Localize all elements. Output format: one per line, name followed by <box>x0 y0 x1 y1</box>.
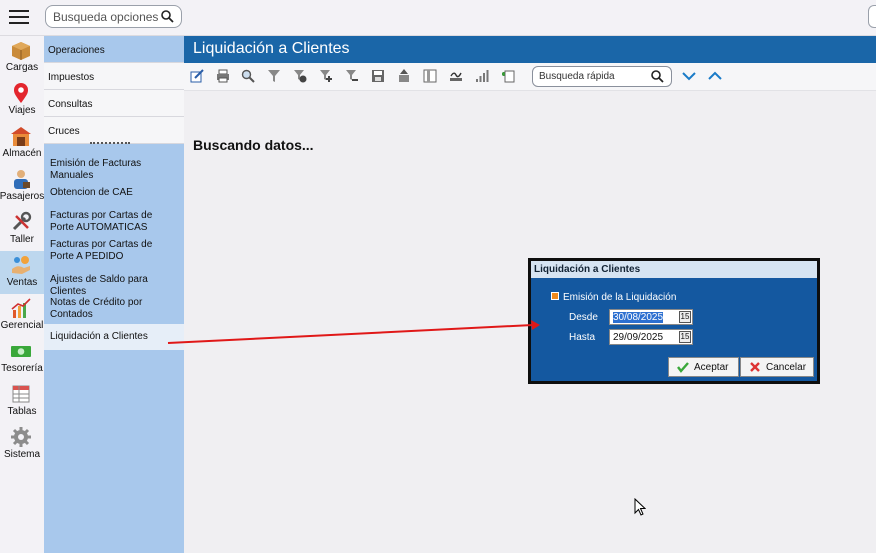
submenu-item-liquidacion-clientes[interactable]: Liquidación a Clientes <box>44 324 184 350</box>
submenu-item-facturas-pedido[interactable]: Facturas por Cartas de Porte A PEDIDO <box>44 239 176 263</box>
rail-label: Tablas <box>7 406 37 417</box>
filter-add-icon[interactable] <box>319 69 333 83</box>
options-search-placeholder: Busqueda opciones <box>53 10 159 24</box>
edit-icon[interactable] <box>190 69 204 83</box>
accept-button[interactable]: Aceptar <box>668 357 739 377</box>
quick-search-input[interactable]: Busqueda rápida <box>532 66 672 87</box>
options-search-input[interactable]: Busqueda opciones <box>45 5 182 28</box>
desde-date-value: 30/08/2025 <box>613 312 664 323</box>
category-operaciones[interactable]: Operaciones <box>44 36 184 63</box>
columns-icon[interactable] <box>423 69 437 83</box>
rail-item-tesoreria[interactable]: Tesorería <box>0 337 44 380</box>
rail-item-cargas[interactable]: Cargas <box>0 36 44 79</box>
rail-item-gerencial[interactable]: Gerencial <box>0 294 44 337</box>
liquidacion-dialog: Liquidación a Clientes Emisión de la Liq… <box>528 258 820 384</box>
gear-icon <box>11 427 31 447</box>
submenu-item-notas-credito[interactable]: Notas de Crédito por Contados <box>44 297 154 321</box>
rail-label: Sistema <box>3 449 41 460</box>
zoom-icon[interactable] <box>241 69 255 83</box>
money-icon <box>11 346 31 357</box>
chevron-down-icon[interactable] <box>681 69 697 83</box>
chevron-up-icon[interactable] <box>707 69 723 83</box>
filter-icon[interactable] <box>267 69 281 83</box>
hasta-label: Hasta <box>569 332 596 343</box>
export-icon[interactable] <box>397 69 411 83</box>
sales-icon <box>12 256 30 274</box>
accept-label: Aceptar <box>694 362 729 373</box>
map-pin-icon <box>14 83 28 103</box>
calendar-icon[interactable]: 15 <box>679 331 691 343</box>
submenu-panel: Operaciones Impuestos Consultas Cruces E… <box>44 36 184 553</box>
rail-label: Viajes <box>8 105 36 116</box>
desde-label: Desde <box>569 312 598 323</box>
rail-item-ventas[interactable]: Ventas <box>0 251 44 294</box>
hasta-date-value: 29/09/2025 <box>613 332 664 343</box>
category-impuestos[interactable]: Impuestos <box>44 63 184 90</box>
dialog-body: Liquidación a Clientes Emisión de la Liq… <box>531 261 817 381</box>
box-icon <box>12 42 30 60</box>
submenu-item-emision-facturas[interactable]: Emisión de Facturas Manuales <box>44 158 184 182</box>
add-document-icon[interactable] <box>502 69 516 83</box>
check-icon <box>677 362 689 373</box>
rail-label: Gerencial <box>0 320 44 331</box>
quick-search-placeholder: Busqueda rápida <box>539 71 615 82</box>
page-title: Liquidación a Clientes <box>184 36 876 63</box>
hasta-date-input[interactable]: 29/09/2025 15 <box>609 329 693 345</box>
filter-remove-icon[interactable] <box>345 69 359 83</box>
rail-item-almacen[interactable]: Almacén <box>0 122 44 165</box>
submenu-item-ajustes-saldo[interactable]: Ajustes de Saldo para Clientes <box>44 274 184 298</box>
sign-icon[interactable] <box>449 69 463 83</box>
save-icon[interactable] <box>371 69 385 83</box>
emision-checkbox-label: Emisión de la Liquidación <box>563 292 677 303</box>
top-bar: Busqueda opciones <box>0 0 876 36</box>
resize-grip[interactable] <box>90 142 130 146</box>
category-cruces[interactable]: Cruces <box>44 117 184 144</box>
rail-label: Tesorería <box>1 363 43 374</box>
close-icon <box>750 362 760 372</box>
signal-chart-icon[interactable] <box>475 69 489 83</box>
table-icon <box>12 385 30 403</box>
rail-label: Taller <box>10 234 34 245</box>
rail-item-sistema[interactable]: Sistema <box>0 423 44 466</box>
rail-label: Ventas <box>6 277 38 288</box>
warehouse-icon <box>11 127 31 146</box>
submenu-item-obtencion-cae[interactable]: Obtencion de CAE <box>44 187 184 199</box>
cancel-label: Cancelar <box>766 362 807 373</box>
rail-label: Cargas <box>5 62 39 73</box>
search-icon[interactable] <box>651 70 664 83</box>
rail-item-viajes[interactable]: Viajes <box>0 79 44 122</box>
rail-item-taller[interactable]: Taller <box>0 208 44 251</box>
rail-label: Pasajeros <box>0 191 45 202</box>
filter-clear-icon[interactable] <box>293 69 307 83</box>
search-icon[interactable] <box>161 10 174 23</box>
desde-date-input[interactable]: 30/08/2025 15 <box>609 309 693 325</box>
submenu-item-facturas-automaticas[interactable]: Facturas por Cartas de Porte AUTOMATICAS <box>44 210 176 234</box>
toolbar: Busqueda rápida <box>184 63 876 91</box>
dialog-title: Liquidación a Clientes <box>531 261 817 278</box>
mouse-cursor-icon <box>634 498 646 516</box>
wrench-icon <box>12 211 32 231</box>
print-icon[interactable] <box>216 69 230 83</box>
top-right-field[interactable] <box>868 5 876 28</box>
emision-checkbox[interactable] <box>551 292 559 300</box>
passenger-icon <box>14 170 30 189</box>
cancel-button[interactable]: Cancelar <box>740 357 814 377</box>
module-rail: Cargas Viajes Almacén Pasajeros Taller V… <box>0 36 44 553</box>
rail-item-tablas[interactable]: Tablas <box>0 380 44 423</box>
loading-status: Buscando datos... <box>193 137 314 153</box>
chart-icon <box>11 298 31 318</box>
hamburger-menu-icon[interactable] <box>9 10 29 26</box>
calendar-icon[interactable]: 15 <box>679 311 691 323</box>
rail-item-pasajeros[interactable]: Pasajeros <box>0 165 44 208</box>
rail-label: Almacén <box>2 148 42 159</box>
category-consultas[interactable]: Consultas <box>44 90 184 117</box>
